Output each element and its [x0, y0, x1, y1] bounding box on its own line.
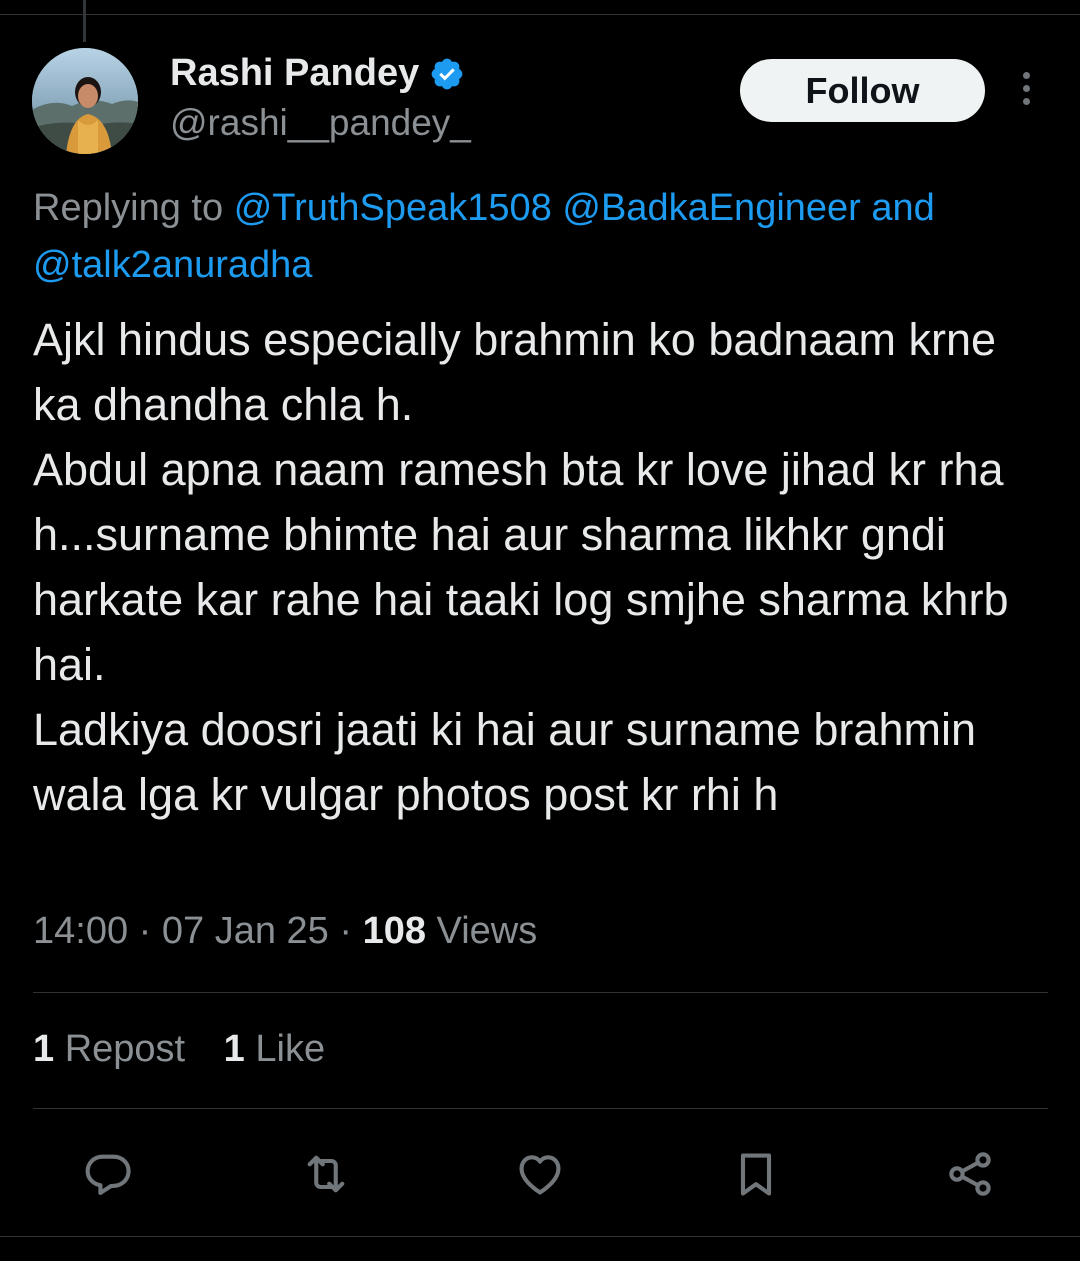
tweet-text: Ajkl hindus especially brahmin ko badnaa… — [33, 314, 1009, 820]
author-display-name[interactable]: Rashi Pandey — [170, 52, 419, 95]
mention-joiner[interactable]: and — [871, 187, 934, 229]
bottom-divider — [0, 1236, 1080, 1237]
bookmark-icon[interactable] — [730, 1148, 782, 1200]
divider — [33, 1108, 1048, 1109]
thread-connector-line — [83, 0, 86, 42]
more-vertical-icon[interactable] — [1016, 72, 1036, 110]
replying-to-line: Replying to @TruthSpeak1508 @BadkaEngine… — [33, 180, 1053, 294]
likes-label: Like — [255, 1028, 326, 1070]
reply-icon[interactable] — [82, 1148, 134, 1200]
engagement-stats: 1 Repost 1 Like — [33, 1028, 353, 1071]
meta-separator: · — [339, 910, 353, 952]
likes-count: 1 — [223, 1028, 245, 1070]
reposts-label: Repost — [64, 1028, 186, 1070]
likes-stat[interactable]: 1 Like — [224, 1028, 325, 1070]
tweet-meta: 14:00 · 07 Jan 25 · 108 Views — [33, 910, 537, 953]
like-icon[interactable] — [514, 1148, 566, 1200]
top-divider — [0, 14, 1080, 15]
mention-link[interactable]: @talk2anuradha — [33, 244, 312, 286]
views-label: Views — [436, 910, 538, 952]
views-count: 108 — [362, 910, 426, 952]
mention-link[interactable]: @BadkaEngineer — [562, 187, 860, 229]
avatar[interactable] — [32, 48, 138, 154]
repost-icon[interactable] — [300, 1148, 352, 1200]
share-icon[interactable] — [944, 1148, 996, 1200]
tweet-time[interactable]: 14:00 — [33, 910, 128, 952]
mention-link[interactable]: @TruthSpeak1508 — [234, 187, 552, 229]
author-handle[interactable]: @rashi__pandey_ — [170, 102, 471, 144]
replying-prefix: Replying to — [33, 187, 224, 229]
avatar-photo — [32, 48, 138, 154]
author-name-row[interactable]: Rashi Pandey — [170, 52, 465, 95]
follow-button[interactable]: Follow — [740, 59, 985, 122]
reposts-stat[interactable]: 1 Repost — [33, 1028, 196, 1070]
meta-separator: · — [138, 910, 152, 952]
reposts-count: 1 — [33, 1028, 55, 1070]
verified-badge-icon — [431, 58, 463, 89]
tweet-date[interactable]: 07 Jan 25 — [162, 910, 329, 952]
divider — [33, 992, 1048, 993]
